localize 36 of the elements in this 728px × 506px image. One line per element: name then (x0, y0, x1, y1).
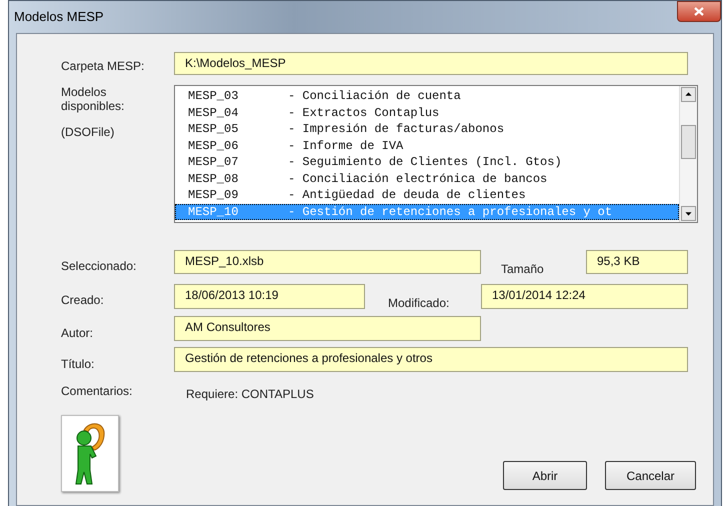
models-listbox[interactable] (174, 85, 698, 223)
dialog-button[interactable]: Abrir (503, 461, 587, 490)
list-item[interactable]: MESP_09 - Antigüedad de deuda de clientes (175, 187, 679, 204)
field-label: Comentarios: (61, 384, 134, 398)
dialog-button[interactable]: Cancelar (605, 461, 696, 490)
scroll-thumb[interactable] (681, 125, 696, 159)
text-field[interactable]: MESP_10.xlsb (174, 250, 481, 274)
text-field[interactable]: 95,3 KB (586, 250, 688, 274)
list-item[interactable]: MESP_06 - Informe de IVA (175, 138, 679, 154)
text-field[interactable]: AM Consultores (174, 316, 481, 341)
field-label: Modificado: (387, 295, 450, 310)
comment-text: Requiere: CONTAPLUS (185, 386, 314, 401)
scroll-up-icon[interactable] (681, 87, 696, 102)
text-field[interactable]: 13/01/2014 12:24 (481, 284, 688, 308)
close-icon (694, 7, 704, 16)
field-label: Seleccionado: (61, 258, 138, 273)
field-label: Modelos disponibles: (61, 85, 126, 113)
window-title: Modelos MESP (13, 8, 104, 24)
list-item[interactable]: MESP_04 - Extractos Contaplus (175, 104, 679, 121)
field-label: Autor: (61, 324, 94, 340)
list-item[interactable]: MESP_08 - Conciliación electrónica de bancos (175, 170, 679, 187)
text-field[interactable]: Gestión de retenciones a profesionales y otros (174, 347, 688, 372)
list-item[interactable]: MESP_03 - Conciliación de cuenta (175, 88, 679, 104)
close-button[interactable] (677, 1, 721, 22)
figure-button[interactable] (61, 415, 119, 492)
text-field[interactable]: K:\Modelos_MESP (174, 52, 688, 75)
list-item[interactable]: MESP_07 - Seguimiento de Clientes (Incl. Gtos) (175, 154, 679, 170)
field-label: Creado: (61, 292, 105, 307)
field-label: Carpeta MESP: (61, 58, 146, 72)
scroll-down-icon[interactable] (681, 206, 696, 221)
scrollbar[interactable] (679, 86, 697, 222)
text-field[interactable]: 18/06/2013 10:19 (174, 284, 365, 308)
list-item[interactable]: MESP_05 - Impresión de facturas/abonos (175, 121, 679, 138)
field-label: (DSOFile) (61, 125, 116, 139)
field-label: Tamaño (500, 261, 545, 276)
field-label: Título: (61, 356, 96, 370)
